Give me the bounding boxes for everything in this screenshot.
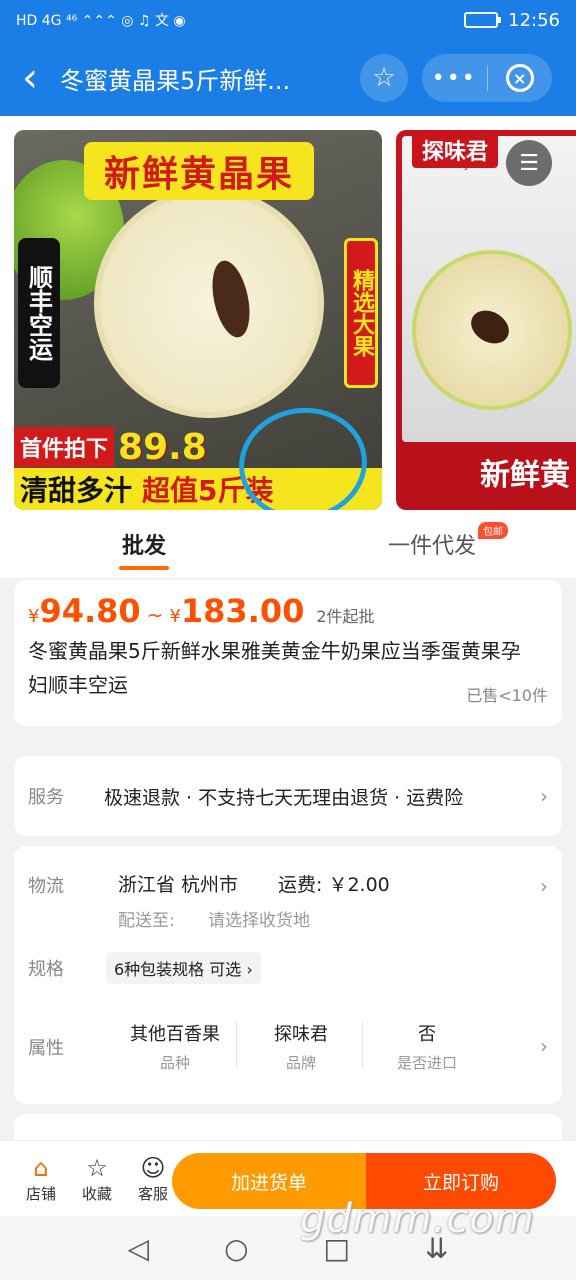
status-time: 12:56 — [508, 9, 560, 31]
favorite-label: 收藏 — [81, 1185, 112, 1203]
image-left-tag: 顺丰空运 — [18, 238, 60, 388]
details-card: 物流 浙江省 杭州市 运费: ￥2.00 配送至: 请选择收货地 › 规格 6种… — [14, 846, 562, 1104]
attribute-key: 是否进口 — [396, 1054, 457, 1072]
customer-service-label: 客服 — [137, 1185, 168, 1203]
watermark: gdmm.com — [300, 1196, 535, 1242]
attribute-brand: 探味君 品牌 — [238, 1020, 364, 1073]
system-back-icon[interactable]: ◁ — [128, 1232, 150, 1265]
deliver-to-label: 配送至: — [118, 911, 175, 931]
image-price-label: 首件拍下 — [14, 427, 115, 467]
mini-program-capsule: ••• × — [422, 54, 552, 102]
tab-dropship-label: 一件代发 — [387, 534, 476, 559]
chevron-right-icon: › — [540, 784, 548, 808]
store-icon: ⌂ — [33, 1154, 49, 1182]
fruit-graphic — [94, 188, 324, 418]
attribute-value: 探味君 — [274, 1024, 328, 1045]
attribute-value: 否 — [418, 1024, 436, 1045]
deliver-to-value: 请选择收货地 — [208, 911, 310, 931]
service-label: 服务 — [28, 787, 64, 808]
product-title: 冬蜜黄晶果5斤新鲜水果雅美黄金牛奶果应当季蛋黄果孕妇顺丰空运 — [28, 639, 521, 697]
image-gallery[interactable]: 新鲜黄晶果 顺丰空运 精选大果 首件拍下 89.8 清甜多汁 超值5斤装 探味君… — [0, 116, 576, 510]
tab-dropship[interactable]: 一件代发 包邮 — [288, 510, 576, 578]
image-2-text: 新鲜黄 — [480, 458, 570, 493]
price-high: 183.00 — [180, 592, 305, 630]
shipping-fee: 运费: ￥2.00 — [278, 874, 390, 896]
star-icon: ☆ — [86, 1154, 108, 1182]
chevron-right-icon: › — [540, 1034, 548, 1058]
price-range: ¥ 94.80 ~ ¥ 183.00 2件起批 — [28, 592, 548, 630]
logistics-label: 物流 — [28, 876, 64, 897]
back-icon[interactable]: ‹ — [0, 40, 60, 116]
product-image-1[interactable]: 新鲜黄晶果 顺丰空运 精选大果 首件拍下 89.8 清甜多汁 超值5斤装 — [14, 130, 382, 510]
attributes-label: 属性 — [28, 1038, 64, 1059]
image-2-brand-sub: TAN WEI JUN — [420, 160, 483, 171]
price-low: 94.80 — [39, 592, 141, 630]
spec-row: 规格 6种包装规格 可选 › — [28, 950, 548, 986]
logistics-row[interactable]: 物流 浙江省 杭州市 运费: ￥2.00 配送至: 请选择收货地 › — [28, 868, 548, 940]
minimum-order: 2件起批 — [316, 607, 375, 626]
chat-face-icon: ☺ — [140, 1154, 166, 1182]
status-icons: HD 4G ⁴⁶ ⌃⌃⌃ ◎ ♫ 文 ◉ — [16, 13, 186, 29]
image-slogan: 清甜多汁 — [20, 474, 133, 507]
document-icon[interactable]: ☰ — [506, 140, 552, 186]
close-button[interactable]: × — [488, 64, 553, 92]
service-text: 极速退款 · 不支持七天无理由退货 · 运费险 — [104, 786, 464, 809]
attribute-divider — [236, 1022, 237, 1068]
purchase-mode-tabs: 批发 一件代发 包邮 — [0, 510, 576, 578]
image-price: 89.8 — [118, 426, 207, 468]
system-home-icon[interactable]: ○ — [224, 1232, 248, 1265]
price-card: ¥ 94.80 ~ ¥ 183.00 2件起批 冬蜜黄晶果5斤新鲜水果雅美黄金牛… — [14, 580, 562, 726]
free-shipping-badge: 包邮 — [478, 522, 508, 539]
attribute-variety: 其他百香果 品种 — [112, 1020, 238, 1073]
attribute-import: 否 是否进口 — [364, 1020, 490, 1073]
attribute-key: 品种 — [159, 1054, 190, 1072]
spec-chip[interactable]: 6种包装规格 可选 › — [106, 952, 261, 984]
attribute-value: 其他百香果 — [130, 1024, 220, 1045]
currency-symbol: ¥ — [28, 606, 40, 627]
battery-icon — [464, 12, 502, 28]
currency-symbol: ¥ — [169, 606, 181, 627]
attributes-row[interactable]: 属性 其他百香果 品种 探味君 品牌 否 是否进口 › — [28, 1016, 548, 1076]
more-icon[interactable]: ••• — [422, 66, 487, 91]
spec-label: 规格 — [28, 959, 64, 980]
sold-count: 已售<10件 — [466, 686, 548, 705]
store-button[interactable]: ⌂ 店铺 — [14, 1153, 68, 1204]
product-image-2[interactable]: 探味君 TAN WEI JUN ☰ 新鲜黄 — [396, 130, 576, 510]
store-label: 店铺 — [25, 1185, 56, 1203]
favorite-button[interactable]: ☆ 收藏 — [70, 1153, 124, 1204]
price-tilde: ~ — [146, 603, 164, 627]
hand-drawn-circle — [231, 399, 375, 510]
ship-from: 浙江省 杭州市 — [118, 874, 239, 896]
image-right-tag: 精选大果 — [344, 238, 378, 388]
tab-wholesale[interactable]: 批发 — [0, 510, 288, 578]
status-bar: HD 4G ⁴⁶ ⌃⌃⌃ ◎ ♫ 文 ◉ 12:56 — [0, 0, 576, 40]
title-bar: ‹ 冬蜜黄晶果5斤新鲜... ☆ ••• × — [0, 40, 576, 116]
image-price-strip: 首件拍下 89.8 — [14, 426, 207, 468]
attribute-key: 品牌 — [285, 1054, 316, 1072]
attribute-divider — [362, 1022, 363, 1068]
favorite-star-icon[interactable]: ☆ — [360, 54, 408, 102]
service-row[interactable]: 服务 极速退款 · 不支持七天无理由退货 · 运费险 › — [14, 756, 562, 836]
chevron-right-icon: › — [540, 874, 548, 898]
close-icon: × — [505, 64, 534, 92]
page-title: 冬蜜黄晶果5斤新鲜... — [60, 66, 291, 95]
image-banner: 新鲜黄晶果 — [84, 142, 314, 200]
